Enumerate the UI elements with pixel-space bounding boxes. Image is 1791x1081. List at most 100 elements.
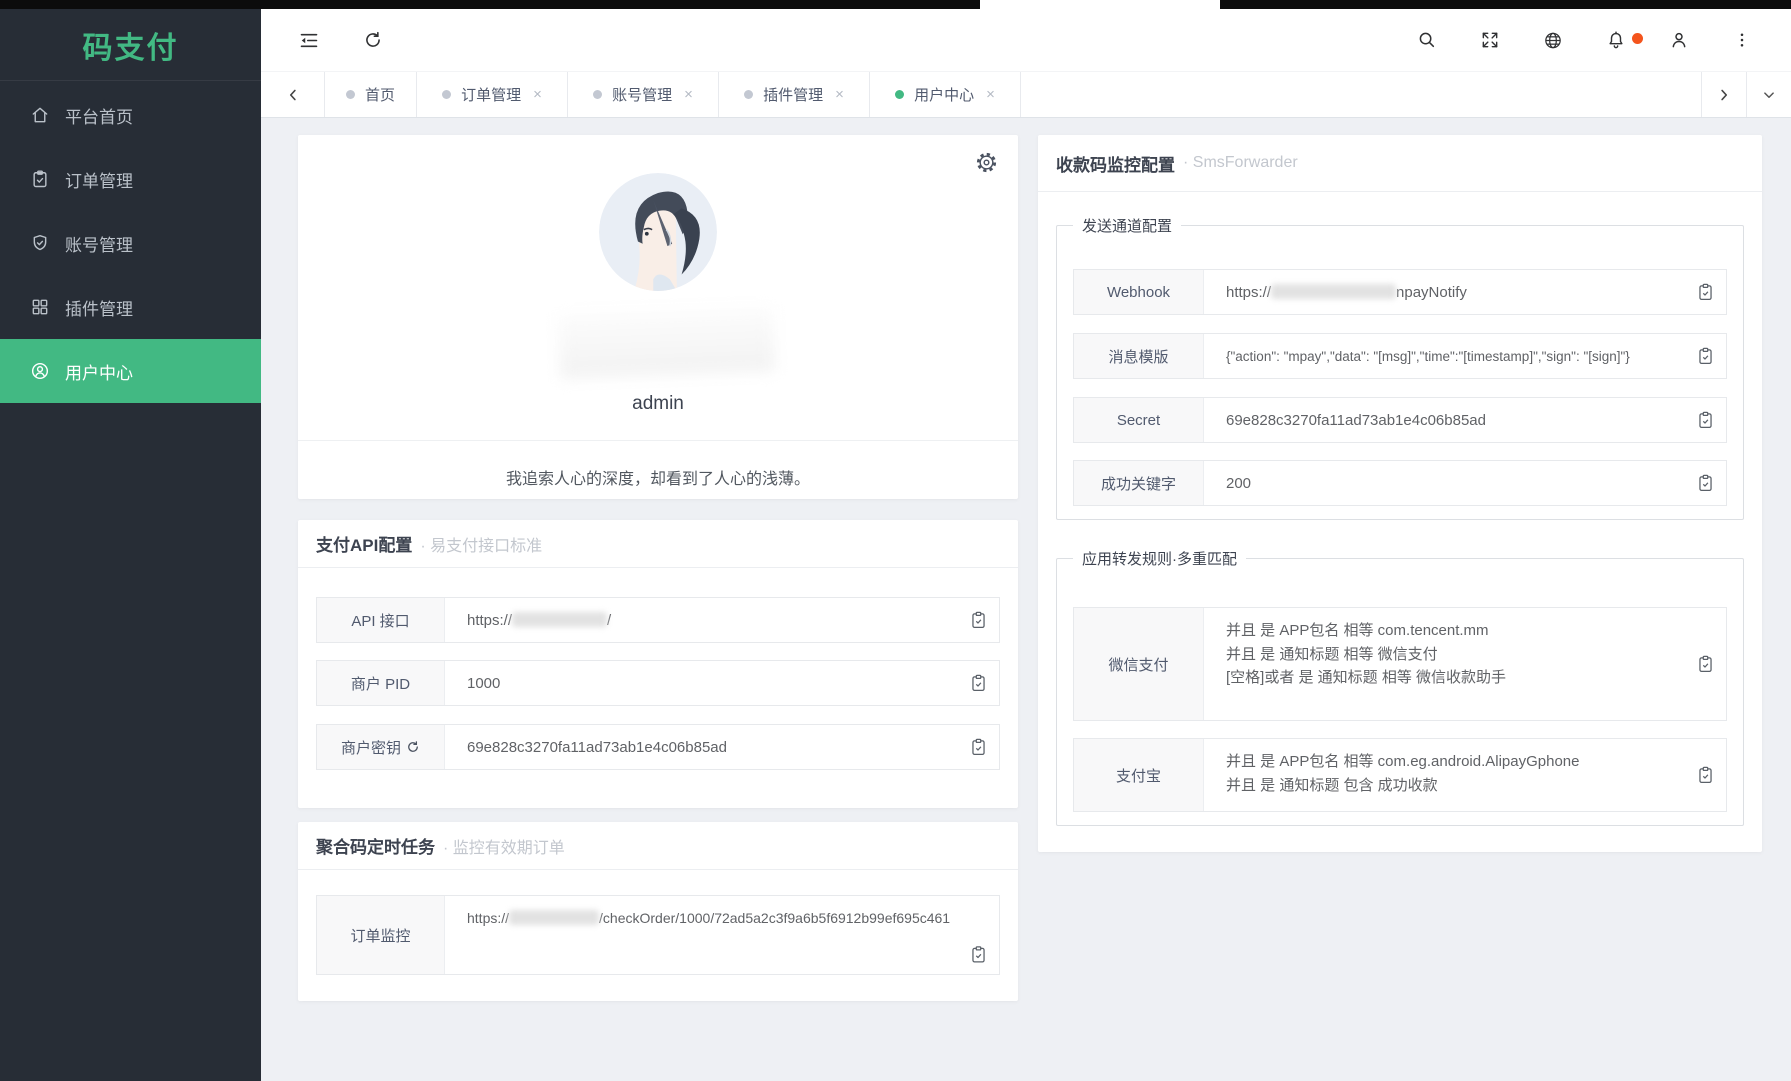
sidebar-item-orders[interactable]: 订单管理: [0, 147, 261, 211]
fullscreen-icon[interactable]: [1480, 30, 1500, 50]
tab-close-icon[interactable]: ×: [835, 86, 844, 103]
sidebar-item-user-center[interactable]: 用户中心: [0, 339, 261, 403]
url-suffix: npayNotify: [1396, 284, 1467, 301]
search-icon[interactable]: [1417, 30, 1437, 50]
profile-motto: 我追索人心的深度，却看到了人心的浅薄。: [298, 465, 1018, 489]
profile-username: admin: [298, 393, 1018, 415]
sidebar-item-label: 账号管理: [65, 231, 133, 256]
field-label: Secret: [1074, 398, 1204, 442]
tab-dot: [442, 90, 451, 99]
sidebar-item-label: 平台首页: [65, 103, 133, 128]
tab-close-icon[interactable]: ×: [684, 86, 693, 103]
order-monitor-url: https:// /checkOrder/1000/72ad5a2c3f9a6b5…: [445, 896, 999, 926]
profile-divider: [298, 440, 1018, 441]
sidebar-item-label: 用户中心: [65, 359, 133, 384]
refresh-icon[interactable]: [363, 30, 383, 50]
copy-icon[interactable]: [1696, 766, 1715, 785]
screen-top-strip-gap: [980, 0, 1220, 9]
collapse-sidebar-icon[interactable]: [299, 30, 319, 50]
merchant-key-row: 商户密钥 69e828c3270fa11ad73ab1e4c06b85ad: [316, 724, 1000, 770]
copy-icon[interactable]: [1696, 347, 1715, 366]
redacted-url-segment: [1271, 284, 1396, 299]
tab-dot: [895, 90, 904, 99]
order-clipboard-icon: [30, 169, 50, 189]
merchant-pid-row: 商户 PID 1000: [316, 660, 1000, 706]
tabs-scroll-right-icon[interactable]: [1701, 72, 1746, 117]
sidebar-item-accounts[interactable]: 账号管理: [0, 211, 261, 275]
pay-api-card: 支付API配置 · 易支付接口标准 API 接口 https:/// 商户 PI…: [298, 520, 1018, 808]
rule-line: 并且 是 APP包名 相等 com.tencent.mm: [1226, 619, 1686, 643]
message-template-row: 消息模版 {"action": "mpay","data": "[msg]","…: [1073, 333, 1727, 379]
url-suffix: /checkOrder/1000/72ad5a2c3f9a6b5f6912b99…: [599, 910, 950, 926]
tab-accounts[interactable]: 账号管理 ×: [568, 72, 719, 117]
url-prefix: https://: [467, 910, 509, 926]
tab-label: 账号管理: [612, 84, 672, 105]
card-subtitle: · 监控有效期订单: [443, 834, 565, 858]
copy-icon[interactable]: [1696, 655, 1715, 674]
tab-close-icon[interactable]: ×: [533, 86, 542, 103]
monitor-card-header: 收款码监控配置 · SmsForwarder: [1038, 135, 1762, 192]
tab-orders[interactable]: 订单管理×: [417, 72, 568, 117]
url-prefix: https://: [467, 612, 512, 629]
copy-icon[interactable]: [969, 945, 988, 964]
card-subtitle: · SmsForwarder: [1183, 154, 1298, 172]
kebab-menu-icon[interactable]: [1732, 30, 1752, 50]
app-root: 码支付 平台首页 订单管理 账号管理 插件管理 用户中心: [0, 0, 1791, 1081]
copy-icon[interactable]: [1696, 474, 1715, 493]
field-label: Webhook: [1074, 270, 1204, 314]
tabs-dropdown-icon[interactable]: [1746, 72, 1791, 117]
webhook-row: Webhook https://npayNotify: [1073, 269, 1727, 315]
success-keyword-row: 成功关键字 200: [1073, 460, 1727, 506]
redacted-url-segment: [509, 910, 599, 925]
webhook-value: https://npayNotify: [1204, 284, 1726, 301]
message-template-value: {"action": "mpay","data": "[msg]","time"…: [1204, 349, 1726, 364]
field-label-text: 商户密钥: [341, 737, 401, 758]
tab-label: 用户中心: [914, 84, 974, 105]
tab-user-center[interactable]: 用户中心 ×: [870, 72, 1021, 117]
header-right-icons: [1417, 9, 1752, 71]
profile-card: admin 我追索人心的深度，却看到了人心的浅薄。: [298, 135, 1018, 499]
sidebar-item-label: 插件管理: [65, 295, 133, 320]
card-title: 支付API配置: [316, 531, 412, 556]
qr-monitor-card: 收款码监控配置 · SmsForwarder 发送通道配置 Webhook ht…: [1038, 135, 1762, 852]
profile-settings-gear-icon[interactable]: [975, 151, 998, 174]
tab-label: 插件管理: [763, 84, 823, 105]
field-label: 商户密钥: [317, 725, 445, 769]
user-avatar-icon[interactable]: [1669, 30, 1689, 50]
sidebar-menu: 平台首页 订单管理 账号管理 插件管理 用户中心: [0, 81, 261, 403]
copy-icon[interactable]: [969, 611, 988, 630]
redacted-url-segment: [512, 612, 607, 627]
wechat-rule-lines: 并且 是 APP包名 相等 com.tencent.mm 并且 是 通知标题 相…: [1204, 608, 1726, 720]
tab-plugins[interactable]: 插件管理 ×: [719, 72, 870, 117]
fieldset-legend: 发送通道配置: [1073, 215, 1181, 236]
sidebar-item-plugins[interactable]: 插件管理: [0, 275, 261, 339]
tab-dot: [744, 90, 753, 99]
copy-icon[interactable]: [969, 738, 988, 757]
tab-home[interactable]: 首页: [325, 72, 417, 117]
timer-card-header: 聚合码定时任务 · 监控有效期订单: [298, 822, 1018, 870]
tabs-scroll-left-icon[interactable]: [261, 72, 325, 117]
wechat-pay-rule-row: 微信支付 并且 是 APP包名 相等 com.tencent.mm 并且 是 通…: [1073, 607, 1727, 721]
shield-check-icon: [30, 233, 50, 253]
success-keyword-value: 200: [1204, 475, 1726, 492]
notification-dot: [1632, 33, 1643, 44]
sidebar-item-platform-home[interactable]: 平台首页: [0, 83, 261, 147]
field-label: 消息模版: [1074, 334, 1204, 378]
tab-dot: [346, 90, 355, 99]
card-title: 收款码监控配置: [1056, 151, 1175, 176]
secret-value: 69e828c3270fa11ad73ab1e4c06b85ad: [1204, 412, 1726, 429]
top-header: [261, 9, 1791, 71]
regenerate-key-icon[interactable]: [406, 740, 420, 754]
tab-close-icon[interactable]: ×: [986, 86, 995, 103]
globe-language-icon[interactable]: [1543, 30, 1563, 50]
tabbar-spacer: [1021, 72, 1701, 117]
copy-icon[interactable]: [1696, 283, 1715, 302]
copy-icon[interactable]: [1696, 411, 1715, 430]
notification-bell-icon[interactable]: [1606, 30, 1626, 50]
api-endpoint-value: https:///: [445, 612, 999, 629]
user-avatar[interactable]: [599, 173, 717, 291]
home-icon: [30, 105, 50, 125]
redacted-profile-text: [558, 307, 775, 378]
copy-icon[interactable]: [969, 674, 988, 693]
field-label: 商户 PID: [317, 661, 445, 705]
